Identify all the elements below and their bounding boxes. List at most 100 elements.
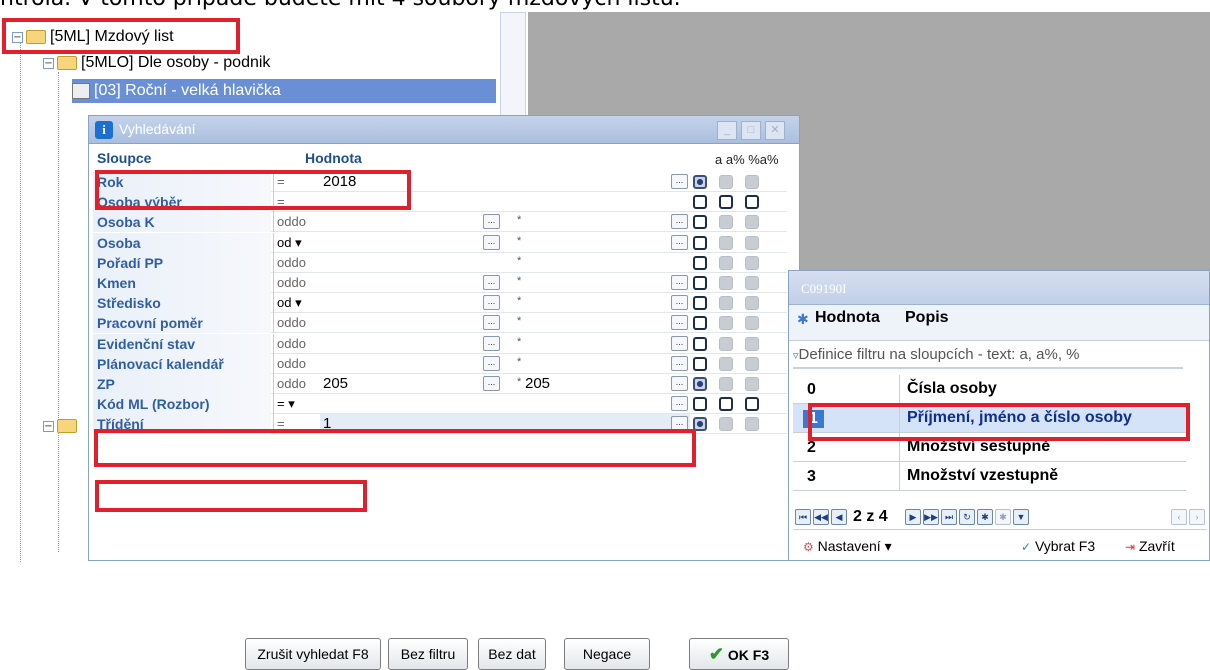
refresh-icon[interactable]: ↻ [959, 509, 975, 525]
match-mode-radio[interactable] [719, 417, 733, 432]
lookup-button[interactable]: ... [671, 396, 688, 412]
match-mode-radio[interactable] [745, 397, 759, 412]
filter-definition-row[interactable]: ▿Definice filtru na sloupcích - text: a,… [793, 341, 1183, 369]
match-mode-radio[interactable] [693, 397, 707, 412]
operator-select[interactable]: = [273, 192, 320, 213]
operator-select[interactable]: oddo [273, 212, 320, 233]
value-to-input[interactable]: 205 [525, 374, 550, 394]
match-mode-radio[interactable] [719, 215, 733, 230]
tree-item-collapsed[interactable]: − [43, 419, 81, 433]
no-data-button[interactable]: Bez dat [478, 638, 546, 670]
lookup-button[interactable]: ... [671, 214, 688, 230]
lookup-button[interactable]: ... [671, 275, 688, 290]
filter-row[interactable]: Rok = 2018... [93, 172, 787, 192]
match-mode-radio[interactable] [693, 356, 707, 371]
match-mode-radio[interactable] [745, 356, 759, 371]
lookup-button[interactable]: ... [483, 234, 500, 250]
match-mode-radio[interactable] [693, 377, 707, 391]
lookup-button[interactable]: ... [483, 295, 500, 311]
lookup-button[interactable]: ... [483, 335, 500, 351]
lookup-button[interactable]: ... [483, 355, 500, 371]
sort-option-row[interactable]: 3 Množství vzestupně [793, 462, 1186, 491]
match-mode-radio[interactable] [693, 336, 707, 351]
tree-item-dle-osoby[interactable]: − [5MLO] Dle osoby - podnik [43, 54, 270, 72]
ok-button[interactable]: ✔ OK F3 [689, 638, 789, 670]
filter-row[interactable]: Středisko od ▾... *... [93, 293, 787, 314]
filter-row[interactable]: Osoba K oddo... *... [93, 212, 787, 233]
select-button[interactable]: ✓ Vybrat F3 [1021, 534, 1095, 558]
minimize-button[interactable]: _ [717, 121, 737, 140]
negation-button[interactable]: Negace [564, 638, 650, 670]
next-record-icon[interactable]: ▶ [905, 509, 921, 525]
filter-row[interactable]: Pořadí PP oddo * [93, 252, 787, 273]
lookup-button[interactable]: ... [483, 376, 500, 391]
tree-scrollbar[interactable] [500, 12, 526, 122]
lookup-button[interactable]: ... [671, 295, 688, 311]
operator-select[interactable]: = [273, 414, 320, 435]
match-mode-radio[interactable] [719, 195, 733, 210]
close-popup-button[interactable]: ⇥ Zavřít [1125, 534, 1175, 558]
prev-page-icon[interactable]: ◀◀ [813, 509, 829, 525]
operator-select[interactable]: od ▾ [273, 293, 320, 314]
match-mode-radio[interactable] [745, 255, 759, 270]
match-mode-radio[interactable] [745, 377, 759, 391]
no-filter-button[interactable]: Bez filtru [388, 638, 468, 670]
insert-icon[interactable]: ✱ [977, 509, 993, 525]
match-mode-radio[interactable] [719, 316, 733, 331]
lookup-button[interactable]: ... [483, 214, 500, 230]
scroll-right-icon[interactable]: › [1189, 509, 1205, 525]
match-mode-radio[interactable] [693, 316, 707, 331]
last-page-icon[interactable]: ⏭ [941, 509, 957, 525]
match-mode-radio[interactable] [719, 276, 733, 290]
tree-item-mzdovy-list[interactable]: − [5ML] Mzdový list [12, 28, 174, 46]
operator-select[interactable]: oddo [273, 273, 320, 293]
value-from-input[interactable]: 2018 [323, 172, 356, 192]
match-mode-radio[interactable] [693, 175, 707, 189]
sort-option-row[interactable]: 0 Čísla osoby [793, 375, 1186, 404]
filter-funnel-icon[interactable]: ▼ [1013, 509, 1029, 525]
settings-button[interactable]: ⚙ Nastavení ▾ [803, 534, 892, 558]
operator-select[interactable]: oddo [273, 333, 320, 354]
collapse-icon[interactable]: − [43, 57, 54, 69]
next-page-icon[interactable]: ▶▶ [923, 509, 939, 525]
close-button[interactable]: ✕ [765, 121, 785, 140]
match-mode-radio[interactable] [745, 175, 759, 189]
operator-select[interactable]: = ▾ [273, 394, 320, 415]
collapse-icon[interactable]: − [12, 31, 23, 43]
popup-col-hodnota[interactable]: Hodnota [815, 309, 880, 327]
lookup-button[interactable]: ... [671, 335, 688, 351]
operator-select[interactable]: oddo [273, 374, 320, 394]
match-mode-radio[interactable] [693, 255, 707, 270]
value-from-input[interactable]: 1 [323, 414, 331, 434]
lookup-button[interactable]: ... [483, 275, 500, 290]
match-mode-radio[interactable] [693, 417, 707, 432]
filter-row[interactable]: Kód ML (Rozbor) = ▾... [93, 394, 787, 415]
filter-row[interactable]: ZP oddo 205... * 205... [93, 374, 787, 394]
match-mode-radio[interactable] [693, 235, 707, 250]
lookup-button[interactable]: ... [671, 174, 688, 189]
operator-select[interactable]: oddo [273, 252, 320, 273]
value-from-input[interactable]: 205 [323, 374, 348, 394]
filter-row[interactable]: Plánovací kalendář oddo... *... [93, 353, 787, 374]
lookup-button[interactable]: ... [671, 355, 688, 371]
match-mode-radio[interactable] [745, 276, 759, 290]
sort-option-row[interactable]: 2 Množství sestupně [793, 433, 1186, 462]
match-mode-radio[interactable] [745, 296, 759, 311]
cancel-search-button[interactable]: Zrušit vyhledat F8 [245, 638, 381, 670]
lookup-button[interactable]: ... [671, 315, 688, 331]
match-mode-radio[interactable] [719, 356, 733, 371]
match-mode-radio[interactable] [745, 215, 759, 230]
match-mode-radio[interactable] [719, 255, 733, 270]
popup-col-popis[interactable]: Popis [905, 309, 949, 327]
filter-row[interactable]: Evidenční stav oddo... *... [93, 333, 787, 354]
first-page-icon[interactable]: ⏮ [795, 509, 811, 525]
filter-row[interactable]: Osoba od ▾... *... [93, 232, 787, 253]
operator-select[interactable]: oddo [273, 313, 320, 334]
prev-record-icon[interactable]: ◀ [831, 509, 847, 525]
match-mode-radio[interactable] [745, 235, 759, 250]
match-mode-radio[interactable] [693, 296, 707, 311]
match-mode-radio[interactable] [719, 296, 733, 311]
match-mode-radio[interactable] [693, 215, 707, 230]
filter-row[interactable]: Osoba výběr = [93, 192, 787, 213]
match-mode-radio[interactable] [745, 316, 759, 331]
